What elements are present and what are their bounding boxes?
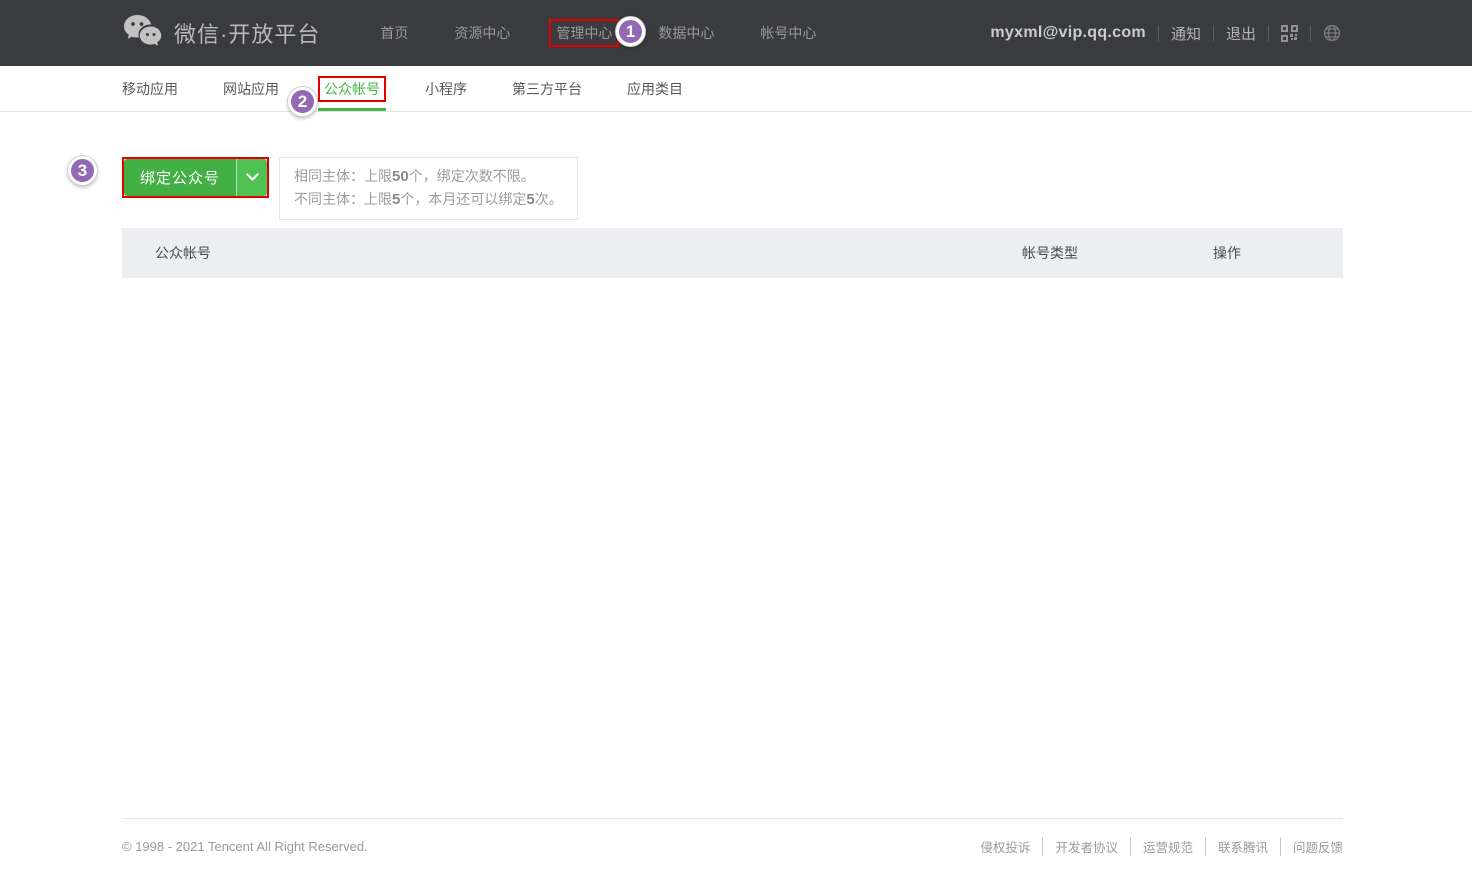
footer-links: 侵权投诉 开发者协议 运营规范 联系腾讯 问题反馈 <box>968 837 1343 856</box>
quota-line-2: 不同主体：上限5个，本月还可以绑定5次。 <box>294 188 563 211</box>
annotation-box-official-account: 公众帐号 <box>318 76 386 102</box>
footer-link-feedback[interactable]: 问题反馈 <box>1280 837 1343 856</box>
annotation-box-management-center: 管理中心 <box>549 19 619 47</box>
main-content: 绑定公众号 相同主体：上限50个，绑定次数不限。 不同主体：上限5个，本月还可以… <box>122 157 1343 398</box>
accounts-table-header: 公众帐号 帐号类型 操作 <box>122 228 1343 278</box>
copyright-text: © 1998 - 2021 Tencent All Right Reserved… <box>122 839 368 854</box>
header-user-area: myxml@vip.qq.com 通知 退出 <box>990 23 1341 44</box>
subnav-item-website-app[interactable]: 网站应用 <box>223 79 279 99</box>
wechat-logo-icon <box>123 13 163 54</box>
nav-item-data-center[interactable]: 数据中心 <box>658 23 714 43</box>
brand[interactable]: 微信·开放平台 <box>123 13 320 54</box>
bind-button-label[interactable]: 绑定公众号 <box>124 159 236 196</box>
qr-code-icon[interactable] <box>1281 25 1298 42</box>
step-marker-2: 2 <box>288 87 317 116</box>
brand-title: 微信·开放平台 <box>174 17 320 49</box>
column-header-action: 操作 <box>1213 243 1343 263</box>
accounts-table-body-empty <box>122 278 1343 398</box>
top-header: 微信·开放平台 首页 资源中心 管理中心 数据中心 帐号中心 myxml@vip… <box>0 0 1472 66</box>
subnav-item-mobile-app[interactable]: 移动应用 <box>122 79 178 99</box>
globe-language-icon[interactable] <box>1323 24 1341 42</box>
separator <box>1213 25 1214 41</box>
nav-item-resource-center[interactable]: 资源中心 <box>454 23 510 43</box>
step-marker-3: 3 <box>68 156 97 185</box>
logout-link[interactable]: 退出 <box>1226 23 1256 44</box>
separator <box>1268 25 1269 41</box>
footer-link-operation-rules[interactable]: 运营规范 <box>1130 837 1205 856</box>
footer: © 1998 - 2021 Tencent All Right Reserved… <box>122 818 1343 856</box>
chevron-down-icon <box>246 169 259 187</box>
notice-link[interactable]: 通知 <box>1171 23 1201 44</box>
quota-line-1: 相同主体：上限50个，绑定次数不限。 <box>294 165 563 188</box>
secondary-nav: 移动应用 网站应用 公众帐号 小程序 第三方平台 应用类目 <box>0 66 1472 112</box>
subnav-item-mini-program[interactable]: 小程序 <box>425 79 467 99</box>
user-email[interactable]: myxml@vip.qq.com <box>990 24 1146 42</box>
quota-info-box: 相同主体：上限50个，绑定次数不限。 不同主体：上限5个，本月还可以绑定5次。 <box>279 157 578 220</box>
subnav-item-app-category[interactable]: 应用类目 <box>627 79 683 99</box>
footer-link-developer-agreement[interactable]: 开发者协议 <box>1042 837 1130 856</box>
header-nav: 首页 资源中心 管理中心 数据中心 帐号中心 <box>380 19 816 47</box>
annotation-box-bind-button: 绑定公众号 <box>122 157 269 198</box>
nav-item-account-center[interactable]: 帐号中心 <box>760 23 816 43</box>
column-header-official-account: 公众帐号 <box>122 243 1022 263</box>
column-header-account-type: 帐号类型 <box>1022 243 1213 263</box>
nav-item-home[interactable]: 首页 <box>380 23 408 43</box>
nav-item-management-center[interactable]: 管理中心 <box>556 25 612 41</box>
bind-row: 绑定公众号 相同主体：上限50个，绑定次数不限。 不同主体：上限5个，本月还可以… <box>122 157 1343 220</box>
separator <box>1158 25 1159 41</box>
footer-link-infringement-complaint[interactable]: 侵权投诉 <box>968 837 1042 856</box>
step-marker-1: 1 <box>616 17 645 46</box>
subnav-item-official-account[interactable]: 公众帐号 <box>324 81 380 97</box>
footer-link-contact-tencent[interactable]: 联系腾讯 <box>1205 837 1280 856</box>
subnav-item-third-party-platform[interactable]: 第三方平台 <box>512 79 582 99</box>
bind-button-dropdown[interactable] <box>236 159 267 196</box>
bind-official-account-button[interactable]: 绑定公众号 <box>124 159 267 196</box>
separator <box>1310 25 1311 41</box>
